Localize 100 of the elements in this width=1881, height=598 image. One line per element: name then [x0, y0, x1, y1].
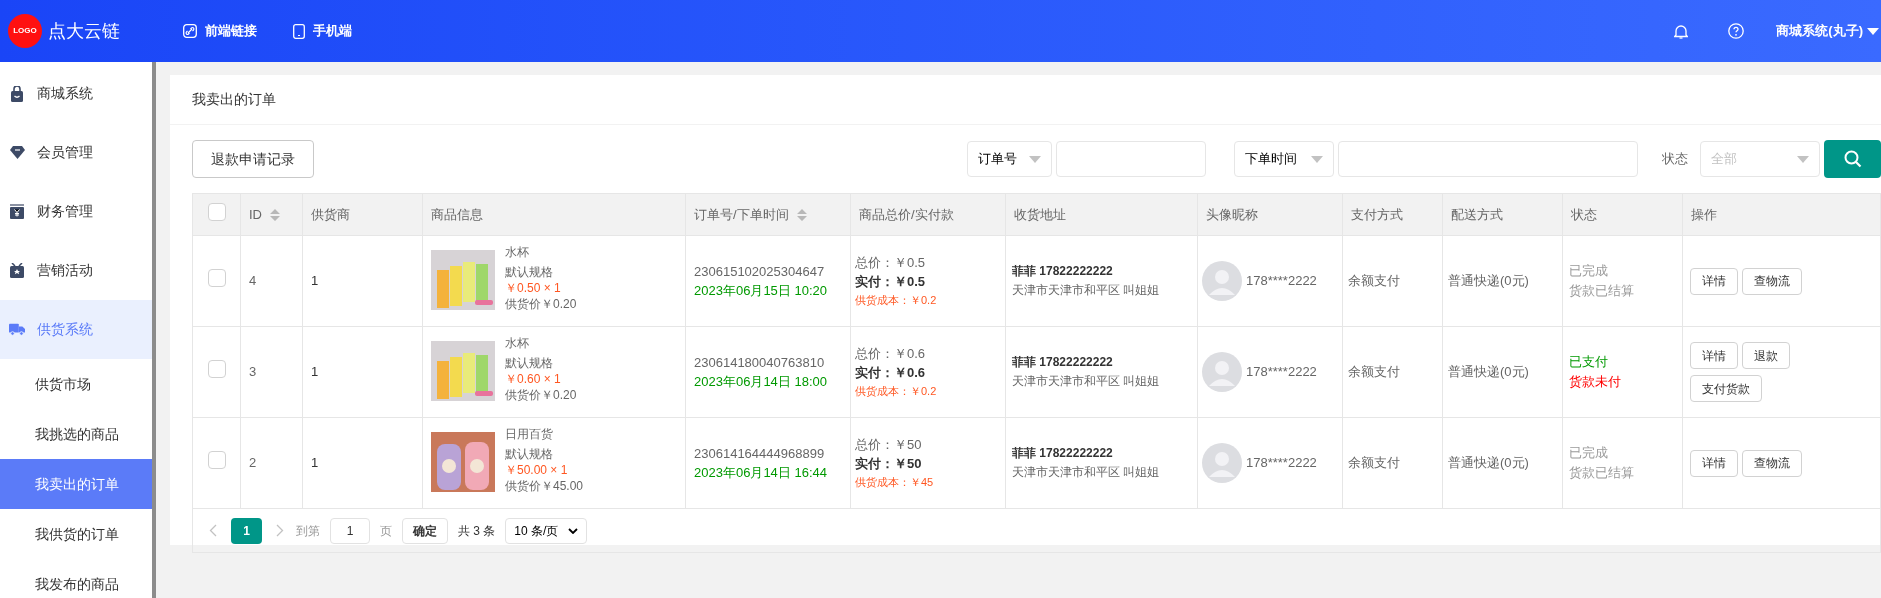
page-title: 我卖出的订单	[170, 75, 1881, 125]
column-header: 操作	[1682, 193, 1881, 236]
column-header: 状态	[1562, 193, 1683, 236]
order-time: 2023年06月14日 18:00	[694, 373, 828, 391]
product-spec: 默认规格	[505, 355, 554, 371]
supply-cost: 供货成本：￥0.2	[855, 292, 938, 308]
sidebar-subitem[interactable]: 供货市场	[0, 359, 152, 409]
time-field-select[interactable]: 下单时间	[1234, 141, 1334, 177]
table-cell: 普通快递(0元)	[1442, 326, 1563, 418]
product-spec: 默认规格	[505, 264, 554, 280]
help-icon[interactable]	[1728, 23, 1745, 39]
next-page-icon[interactable]	[276, 524, 284, 537]
supply-cost: 供货成本：￥0.2	[855, 383, 938, 399]
diamond-icon	[9, 146, 25, 159]
product-name: 水杯	[505, 244, 530, 260]
address: 天津市天津市和平区 叫姐姐	[1012, 464, 1161, 481]
column-header: 商品总价/实付款	[850, 193, 1006, 236]
order-status: 货款已结算	[1569, 282, 1635, 300]
product-price: ￥0.60 × 1	[505, 371, 562, 387]
time-range-field[interactable]	[1338, 141, 1638, 177]
avatar-placeholder	[1202, 261, 1242, 301]
sidebar-subitem[interactable]: 我发布的商品	[0, 559, 152, 598]
product-spec: 默认规格	[505, 446, 554, 462]
product-name: 日用百货	[505, 426, 554, 442]
order-status: 货款已结算	[1569, 464, 1635, 482]
action-button[interactable]: 退款	[1742, 342, 1790, 369]
supply-price: 供货价￥0.20	[505, 296, 577, 312]
receiver: 菲菲 17822222222	[1012, 354, 1114, 371]
sidebar-subitem[interactable]: 我卖出的订单	[0, 459, 152, 509]
column-header: 配送方式	[1442, 193, 1563, 236]
sort-icon[interactable]	[270, 209, 280, 222]
checkbox[interactable]	[207, 202, 226, 221]
table-cell: 普通快递(0元)	[1442, 235, 1563, 327]
action-button[interactable]: 详情	[1690, 267, 1738, 295]
search-button[interactable]	[1824, 140, 1881, 178]
column-header: 商品信息	[422, 193, 686, 236]
column-header: 支付方式	[1342, 193, 1443, 236]
sidebar-subitem[interactable]: 我挑选的商品	[0, 409, 152, 459]
status-label: 状态	[1662, 150, 1688, 169]
table-cell: 余额支付	[1342, 326, 1443, 418]
brand-name: 点大云链	[48, 19, 120, 43]
gift-icon	[10, 263, 24, 278]
product-photo	[431, 250, 495, 310]
page-size-select[interactable]: 10 条/页	[505, 517, 588, 544]
supply-price: 供货价￥0.20	[505, 387, 577, 403]
sidebar-item[interactable]: 财务管理	[0, 182, 152, 241]
truck-icon	[9, 323, 25, 336]
action-button[interactable]: 详情	[1690, 342, 1738, 369]
total-price: 总价：￥0.6	[855, 344, 927, 363]
refund-records-button[interactable]: 退款申请记录	[192, 140, 314, 178]
column-header[interactable]: ID	[240, 193, 303, 236]
address: 天津市天津市和平区 叫姐姐	[1012, 282, 1161, 299]
link-icon	[183, 24, 197, 38]
total-price: 总价：￥0.5	[855, 253, 927, 272]
page-number-field[interactable]: 1	[330, 517, 370, 544]
column-header: 收货地址	[1005, 193, 1198, 236]
search-icon	[1843, 150, 1862, 168]
action-button[interactable]: 详情	[1690, 449, 1738, 477]
nav-link[interactable]: 前端链接	[183, 21, 257, 41]
sidebar-item[interactable]: 营销活动	[0, 241, 152, 300]
phone-icon	[293, 23, 305, 39]
page-button[interactable]: 1	[231, 517, 262, 544]
product-name: 水杯	[505, 335, 530, 351]
checkbox[interactable]	[207, 360, 226, 379]
checkbox[interactable]	[207, 269, 226, 288]
previous-page-icon[interactable]	[209, 524, 217, 537]
confirm-button[interactable]: 确定	[402, 517, 448, 544]
sidebar-item[interactable]: 商城系统	[0, 64, 152, 123]
product-photo	[431, 432, 495, 492]
column-header[interactable]: 订单号/下单时间	[685, 193, 851, 236]
logo: LOGO	[8, 14, 42, 48]
order-status: 已支付	[1569, 353, 1609, 371]
action-button[interactable]: 查物流	[1742, 267, 1802, 295]
action-button[interactable]: 支付货款	[1690, 375, 1762, 402]
table-cell: 普通快递(0元)	[1442, 417, 1563, 509]
paid-amount: 实付：￥50	[855, 454, 923, 473]
order-field-select[interactable]: 订单号	[967, 141, 1052, 177]
bell-icon[interactable]	[1674, 23, 1689, 39]
action-button[interactable]: 查物流	[1742, 449, 1802, 477]
sort-icon[interactable]	[796, 209, 807, 222]
sidebar-item[interactable]: 会员管理	[0, 123, 152, 182]
product-photo	[431, 341, 495, 401]
table-cell: 余额支付	[1342, 235, 1443, 327]
table-cell: 4	[240, 235, 303, 327]
address: 天津市天津市和平区 叫姐姐	[1012, 373, 1161, 390]
user-nickname: 178****2222	[1246, 454, 1317, 473]
order-number: 230614164444968899	[694, 444, 826, 463]
order-status: 货款未付	[1569, 373, 1622, 391]
checkbox[interactable]	[207, 451, 226, 470]
order-time: 2023年06月14日 16:44	[694, 464, 828, 482]
order-search-field[interactable]	[1056, 141, 1206, 177]
chevron-down-icon	[568, 527, 579, 534]
table-cell: 1	[302, 326, 423, 418]
table-cell: 余额支付	[1342, 417, 1443, 509]
total-price: 总价：￥50	[855, 435, 923, 454]
column-header: 供货商	[302, 193, 423, 236]
user-menu[interactable]: 商城系统(丸子)	[1776, 21, 1881, 41]
nav-link[interactable]: 手机端	[293, 21, 352, 41]
caret-icon	[1797, 155, 1809, 163]
sidebar-subitem[interactable]: 我供货的订单	[0, 509, 152, 559]
